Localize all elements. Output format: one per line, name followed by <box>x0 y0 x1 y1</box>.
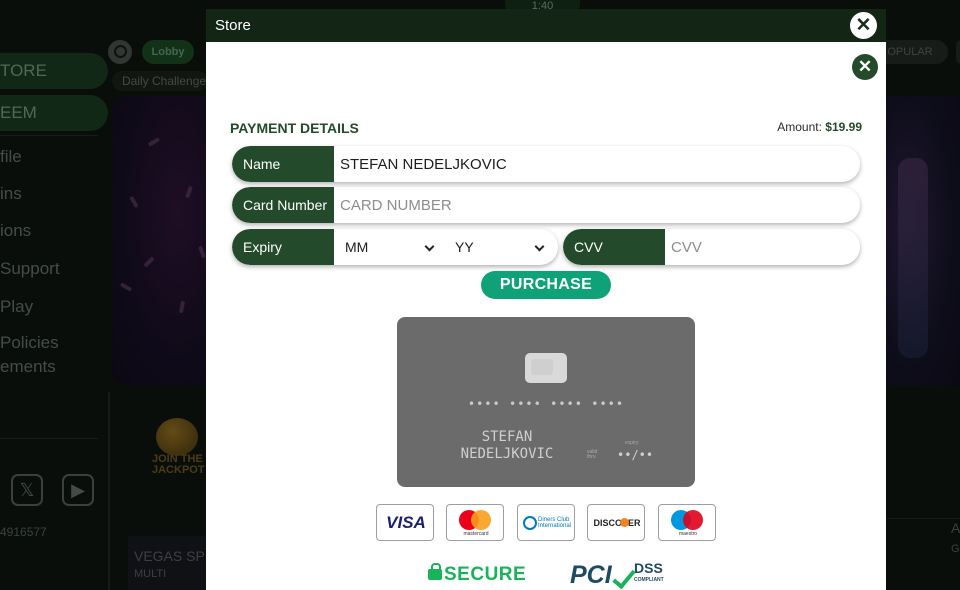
payment-details-title: PAYMENT DETAILS <box>230 120 359 136</box>
pci-text: PCI <box>570 561 612 589</box>
store-modal: Store ✕ ✕ PAYMENT DETAILS Amount: $19.99… <box>206 9 886 590</box>
secure-text: SECURE <box>444 564 527 585</box>
chevron-down-icon <box>534 241 545 252</box>
diners-ring-icon <box>523 516 537 530</box>
name-field: Name <box>232 146 860 182</box>
maestro-logo-icon: maestro <box>658 504 716 541</box>
card-preview-expiry-label: expiry <box>625 440 639 446</box>
expiry-month-select[interactable]: MM <box>334 229 442 265</box>
name-input[interactable] <box>334 146 860 182</box>
compliant-text: COMPLIANT <box>634 577 664 583</box>
modal-title: Store <box>215 17 251 34</box>
modal-header: Store ✕ <box>206 9 886 42</box>
card-number-field: Card Number <box>232 187 860 223</box>
cvv-field: CVV <box>563 229 860 265</box>
close-icon[interactable]: ✕ <box>850 12 877 39</box>
dss-text: DSS <box>634 560 663 576</box>
close-payment-icon[interactable]: ✕ <box>852 54 878 80</box>
expiry-label: Expiry <box>232 229 334 265</box>
mastercard-orange-circle <box>471 510 491 530</box>
purchase-button[interactable]: PURCHASE <box>481 271 611 299</box>
card-chip-icon <box>525 353 567 383</box>
discover-text: DISCOVER <box>593 518 641 528</box>
lock-icon <box>428 563 442 580</box>
pci-dss-badge: PCI DSS COMPLIANT <box>570 558 670 590</box>
checkmark-icon <box>612 564 636 590</box>
mastercard-text: mastercard <box>463 531 489 537</box>
amount-value: $19.99 <box>825 120 862 134</box>
expiry-month-value: MM <box>345 239 369 255</box>
expiry-year-select[interactable]: YY <box>444 229 552 265</box>
cvv-label: CVV <box>563 229 665 265</box>
amount-label: Amount: <box>777 120 822 134</box>
payment-brands: VISA mastercard Diners Club Internationa… <box>376 504 716 542</box>
name-label: Name <box>232 146 334 182</box>
mastercard-logo-icon: mastercard <box>446 504 504 541</box>
card-preview: •••• •••• •••• •••• STEFAN NEDELJKOVIC v… <box>397 317 695 487</box>
card-preview-holder: STEFAN NEDELJKOVIC <box>460 429 554 462</box>
card-preview-number: •••• •••• •••• •••• <box>467 397 625 411</box>
expiry-cvv-row: Expiry MM YY CVV <box>232 229 860 265</box>
expiry-field: Expiry MM YY <box>232 229 558 265</box>
visa-logo-icon: VISA <box>376 504 434 541</box>
maestro-red-circle <box>683 510 703 530</box>
diners-club-logo-icon: Diners Club International <box>517 504 575 541</box>
cvv-input[interactable] <box>665 229 860 265</box>
card-preview-valid-thru: valid thru <box>587 449 598 460</box>
discover-logo-icon: DISCOVER <box>587 504 645 541</box>
visa-text: VISA <box>386 513 426 532</box>
diners-text: Diners Club International <box>538 517 572 529</box>
discover-dot-icon <box>620 518 629 527</box>
chevron-down-icon <box>424 241 435 252</box>
amount-display: Amount: $19.99 <box>777 120 862 134</box>
card-number-label: Card Number <box>232 187 334 223</box>
maestro-text: maestro <box>678 531 698 537</box>
expiry-year-value: YY <box>455 239 474 255</box>
card-preview-expiry: ••/•• <box>617 448 654 462</box>
card-number-input[interactable] <box>334 187 860 223</box>
